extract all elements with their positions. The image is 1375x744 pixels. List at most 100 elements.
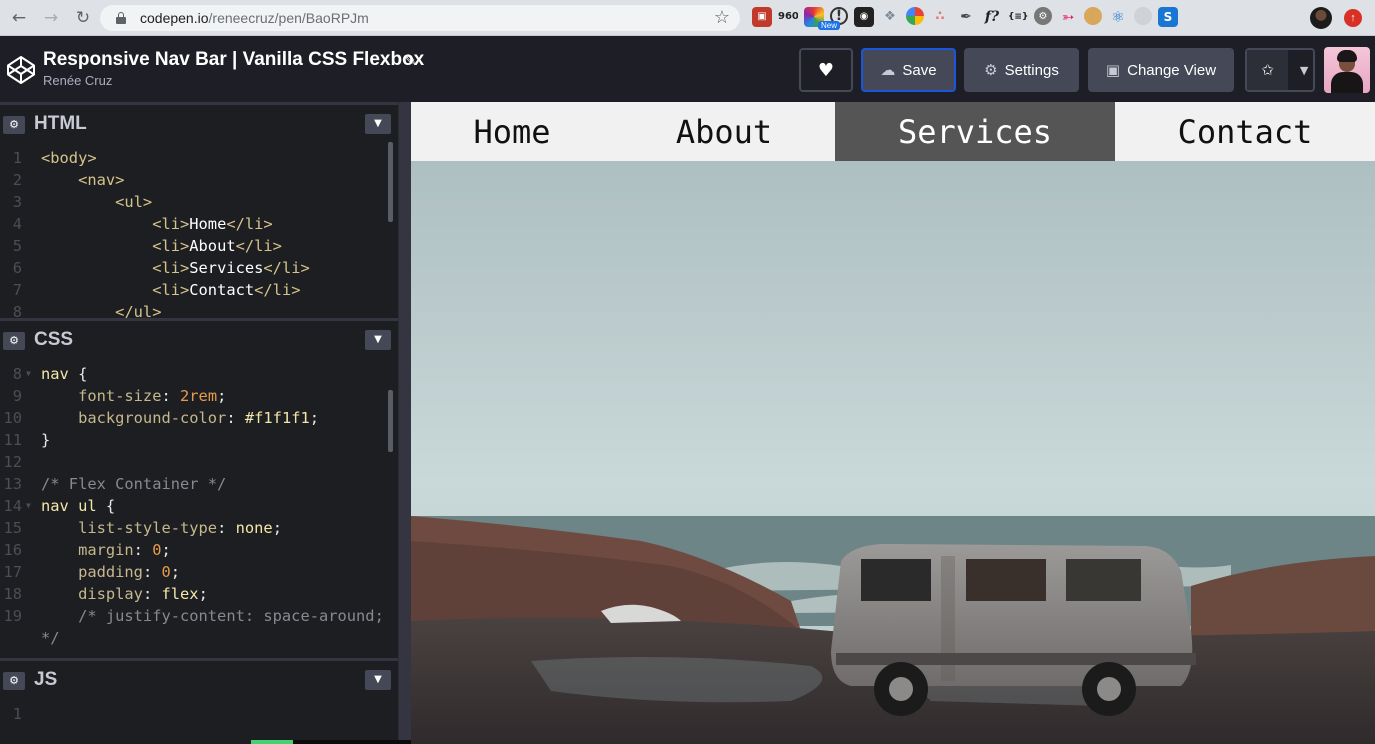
css-code-line[interactable]: 19 /* justify-content: space-around; bbox=[0, 605, 390, 627]
code-text: <li>Services</li> bbox=[41, 257, 310, 279]
browser-profile-avatar[interactable] bbox=[1310, 7, 1332, 29]
background-photo bbox=[411, 161, 1375, 744]
fold-arrow-icon[interactable]: ▼ bbox=[26, 363, 31, 385]
html-code-line[interactable]: 1 <body> bbox=[0, 147, 390, 169]
fold-arrow-icon[interactable]: ▼ bbox=[26, 495, 31, 517]
html-code-line[interactable]: 4 <li>Home</li> bbox=[0, 213, 390, 235]
user-avatar[interactable] bbox=[1324, 47, 1370, 93]
extension-ghost-icon[interactable] bbox=[1134, 7, 1152, 25]
resize-divider[interactable] bbox=[398, 102, 411, 744]
pin-icon[interactable]: ✩ bbox=[1247, 50, 1289, 90]
extension-s-icon[interactable]: S bbox=[1158, 7, 1178, 27]
html-code-line[interactable]: 7 <li>Contact</li> bbox=[0, 279, 390, 301]
code-token: ; bbox=[161, 541, 171, 559]
css-code-line[interactable]: 8 ▼ nav { bbox=[0, 363, 390, 385]
code-token: ; bbox=[170, 563, 181, 581]
css-scrollbar[interactable] bbox=[388, 390, 393, 452]
back-arrow-icon[interactable]: ← bbox=[8, 7, 30, 29]
chevron-down-icon[interactable]: ▼ bbox=[1295, 64, 1313, 77]
pen-title[interactable]: Responsive Nav Bar | Vanilla CSS Flexbox bbox=[43, 49, 424, 71]
gear-icon[interactable]: ⚙ bbox=[3, 332, 25, 350]
css-code-line[interactable]: 16 margin: 0; bbox=[0, 539, 390, 561]
extension-whatfont-icon[interactable]: f? bbox=[982, 7, 1002, 27]
code-token: <li> bbox=[41, 215, 190, 233]
settings-button[interactable]: ⚙ Settings bbox=[964, 48, 1079, 92]
nav-item-services[interactable]: Services bbox=[835, 102, 1115, 161]
js-code-line[interactable]: 1 bbox=[0, 703, 390, 725]
pen-author[interactable]: Renée Cruz bbox=[43, 73, 112, 88]
nav-item-about[interactable]: About bbox=[613, 102, 835, 161]
code-token: </li> bbox=[254, 281, 301, 299]
css-code-line[interactable]: 17 padding: 0; bbox=[0, 561, 390, 583]
extension-eyedropper-icon[interactable]: ✒ bbox=[956, 7, 976, 27]
code-token: font-size bbox=[41, 387, 162, 405]
extension-react-icon[interactable]: ⚛ bbox=[1108, 7, 1128, 27]
nav-item-contact[interactable]: Contact bbox=[1115, 102, 1375, 161]
like-button[interactable]: ♥ bbox=[799, 48, 853, 92]
css-code-line[interactable]: 18 display: flex; bbox=[0, 583, 390, 605]
html-panel-title: HTML bbox=[34, 113, 87, 134]
code-text: /* justify-content: space-around; bbox=[41, 605, 384, 627]
css-code-line[interactable]: 15 list-style-type: none; bbox=[0, 517, 390, 539]
change-view-button[interactable]: ▣ Change View bbox=[1088, 48, 1234, 92]
reload-icon[interactable]: ↻ bbox=[72, 7, 94, 29]
url-text[interactable]: codepen.io/reneecruz/pen/BaoRPJm bbox=[140, 10, 369, 26]
html-code-line[interactable]: 6 <li>Services</li> bbox=[0, 257, 390, 279]
css-code-line[interactable]: 9 font-size: 2rem; bbox=[0, 385, 390, 407]
code-token: : bbox=[217, 519, 236, 537]
extension-spiral-icon[interactable]: ➳ bbox=[1058, 7, 1078, 27]
code-token: : bbox=[142, 563, 162, 581]
html-scrollbar[interactable] bbox=[388, 142, 393, 222]
bookmark-star-icon[interactable]: ☆ bbox=[714, 7, 730, 28]
pin-button[interactable]: ✩ ▼ bbox=[1245, 48, 1315, 92]
css-editor[interactable]: 8 ▼ nav {9 font-size: 2rem; 10 background-c… bbox=[0, 356, 398, 658]
browser-update-icon[interactable]: ↑ bbox=[1344, 9, 1362, 27]
extension-dropbox-icon[interactable]: ❖ bbox=[880, 7, 900, 27]
chevron-down-icon[interactable]: ▼ bbox=[365, 330, 391, 350]
save-button[interactable]: ☁ Save bbox=[861, 48, 956, 92]
code-token: ; bbox=[217, 387, 227, 405]
extension-color-wheel-icon[interactable] bbox=[906, 7, 924, 25]
html-code-line[interactable]: 5 <li>About</li> bbox=[0, 235, 390, 257]
html-editor[interactable]: 1 <body> 2 <nav> 3 <ul> 4 <li>Home</li> 5 <li… bbox=[0, 140, 398, 318]
js-editor[interactable]: 1 bbox=[0, 696, 398, 744]
code-text: margin: 0; bbox=[41, 539, 171, 561]
line-number: 18 bbox=[3, 585, 22, 603]
code-token: </li> bbox=[226, 215, 273, 233]
css-code-line[interactable]: 13 /* Flex Container */ bbox=[0, 473, 390, 495]
gear-icon[interactable]: ⚙ bbox=[3, 116, 25, 134]
css-code-line[interactable]: 12 bbox=[0, 451, 390, 473]
html-code-line[interactable]: 8 </ul> bbox=[0, 301, 390, 318]
line-number: 9 bbox=[12, 387, 22, 405]
extension-settings-icon[interactable]: ⚙ bbox=[1034, 7, 1052, 25]
pencil-icon[interactable]: ✎ bbox=[404, 51, 417, 69]
extension-owl-icon[interactable]: ◉ bbox=[854, 7, 874, 27]
extension-cookie-icon[interactable] bbox=[1084, 7, 1102, 25]
gear-icon[interactable]: ⚙ bbox=[3, 672, 25, 690]
html-code-line[interactable]: 2 <nav> bbox=[0, 169, 390, 191]
code-token: <li> bbox=[41, 237, 190, 255]
code-token: flex bbox=[161, 585, 199, 603]
code-text: display: flex; bbox=[41, 583, 208, 605]
css-code-line[interactable]: */ bbox=[0, 627, 390, 649]
line-number: 12 bbox=[3, 453, 22, 471]
extension-clapper-icon[interactable]: ▣ bbox=[752, 7, 772, 27]
code-text: nav { bbox=[41, 363, 87, 385]
chevron-down-icon[interactable]: ▼ bbox=[365, 670, 391, 690]
line-number: 14 bbox=[3, 497, 22, 515]
extension-asana-icon[interactable]: ∴ bbox=[930, 7, 950, 27]
codepen-logo-icon[interactable] bbox=[6, 55, 36, 85]
extension-960-icon[interactable]: 960 bbox=[778, 7, 798, 27]
chevron-down-icon[interactable]: ▼ bbox=[365, 114, 391, 134]
html-panel-header: ⚙ HTML ▼ bbox=[0, 102, 398, 140]
forward-arrow-icon[interactable]: → bbox=[40, 7, 62, 29]
css-code-line[interactable]: 10 background-color: #f1f1f1; bbox=[0, 407, 390, 429]
nav-item-home[interactable]: Home bbox=[411, 102, 613, 161]
html-code-line[interactable]: 3 <ul> bbox=[0, 191, 390, 213]
line-number: 5 bbox=[12, 237, 22, 255]
css-code-line[interactable]: 11} bbox=[0, 429, 390, 451]
extension-json-icon[interactable]: {≡} bbox=[1008, 7, 1028, 27]
css-code-line[interactable]: 14 ▼ nav ul { bbox=[0, 495, 390, 517]
code-token: nav bbox=[41, 365, 69, 383]
address-bar[interactable]: codepen.io/reneecruz/pen/BaoRPJm ☆ bbox=[100, 5, 740, 31]
